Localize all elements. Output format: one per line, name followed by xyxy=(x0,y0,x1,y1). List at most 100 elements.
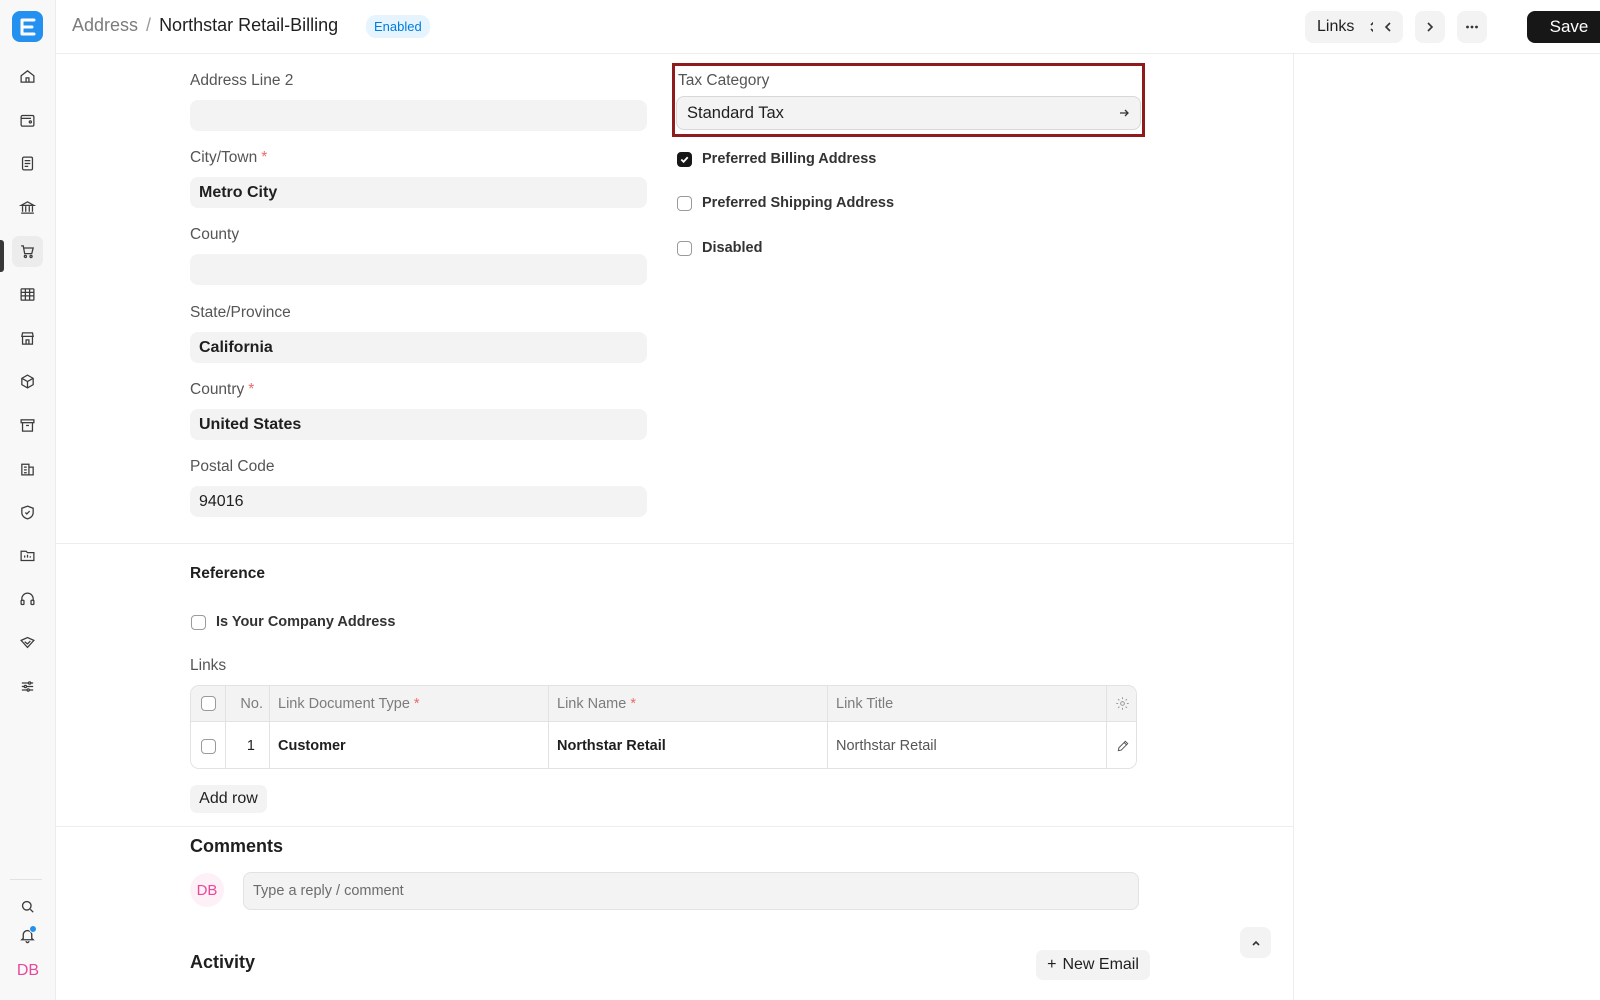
column-header-no: No. xyxy=(226,686,270,721)
column-header-link-name[interactable]: Link Name * xyxy=(549,686,828,721)
user-avatar[interactable]: DB xyxy=(13,958,43,984)
sidebar-item-store[interactable] xyxy=(12,323,43,354)
bank-icon xyxy=(19,201,36,214)
more-actions-button[interactable] xyxy=(1457,11,1487,43)
reference-section-title: Reference xyxy=(190,565,265,582)
state-label: State/Province xyxy=(190,304,291,321)
preferred-shipping-row[interactable]: Preferred Shipping Address xyxy=(677,195,894,211)
app-logo[interactable] xyxy=(12,11,43,42)
comment-input[interactable]: Type a reply / comment xyxy=(243,872,1139,910)
is-company-address-checkbox[interactable] xyxy=(191,614,206,630)
sidebar-item-stock[interactable] xyxy=(12,366,43,397)
row-edit-cell[interactable] xyxy=(1107,722,1136,768)
sidebar-divider xyxy=(10,879,42,880)
sidebar-item-support[interactable] xyxy=(12,584,43,615)
select-all-checkbox[interactable] xyxy=(200,696,216,711)
preferred-billing-label: Preferred Billing Address xyxy=(702,151,877,167)
folder-icon xyxy=(20,550,35,562)
notification-dot xyxy=(29,925,37,933)
breadcrumb-parent[interactable]: Address xyxy=(72,15,138,36)
disabled-row[interactable]: Disabled xyxy=(677,240,762,256)
table-row[interactable]: 1 Customer Northstar Retail Northstar Re… xyxy=(191,722,1136,768)
save-button[interactable]: Save xyxy=(1527,11,1600,43)
box-icon xyxy=(21,374,34,389)
previous-button[interactable] xyxy=(1373,11,1403,43)
activity-title: Activity xyxy=(190,952,256,972)
sidebar-item-archive[interactable] xyxy=(12,410,43,441)
table-header: No. Link Document Type * Link Name * Link … xyxy=(191,686,1136,722)
sidebar-item-home[interactable] xyxy=(12,61,43,92)
cell-link-name[interactable]: Northstar Retail xyxy=(549,722,828,768)
tax-category-input[interactable]: Standard Tax xyxy=(676,96,1141,130)
top-bar: Address / Northstar Retail-Billing Enabl… xyxy=(56,0,1600,54)
new-email-button[interactable]: + New Email xyxy=(1036,950,1150,980)
address-line2-input[interactable] xyxy=(190,100,647,131)
preferred-billing-row[interactable]: Preferred Billing Address xyxy=(677,151,876,167)
sidebar-item-projects[interactable] xyxy=(12,540,43,571)
postal-code-label: Postal Code xyxy=(190,458,275,475)
search-button[interactable] xyxy=(14,893,41,920)
disabled-checkbox[interactable] xyxy=(677,240,692,256)
is-company-address-row[interactable]: Is Your Company Address xyxy=(191,614,395,630)
add-row-button[interactable]: Add row xyxy=(190,785,267,813)
links-table: No. Link Document Type * Link Name * Link … xyxy=(190,685,1137,769)
next-button[interactable] xyxy=(1415,11,1445,43)
handshake-icon xyxy=(20,636,35,649)
is-company-address-label: Is Your Company Address xyxy=(216,614,396,630)
sidebar-item-settings[interactable] xyxy=(12,671,43,702)
links-table-label: Links xyxy=(190,657,227,674)
cell-link-title[interactable]: Northstar Retail xyxy=(828,722,1107,768)
postal-code-input[interactable]: 94016 xyxy=(190,486,647,517)
home-icon xyxy=(20,70,35,83)
sidebar-item-assets[interactable] xyxy=(12,453,43,484)
breadcrumb: Address / Northstar Retail-Billing xyxy=(72,15,338,36)
required-marker: * xyxy=(630,695,636,712)
comment-avatar: DB xyxy=(190,873,224,907)
check-icon xyxy=(680,156,689,163)
tax-category-label: Tax Category xyxy=(678,72,770,89)
county-label: County xyxy=(190,226,240,243)
sidebar-item-crm[interactable] xyxy=(12,627,43,658)
page-title: Northstar Retail-Billing xyxy=(159,15,339,35)
sidebar-item-documents[interactable] xyxy=(12,148,43,179)
column-header-link-title[interactable]: Link Title xyxy=(828,686,1107,721)
headset-icon xyxy=(20,592,35,606)
required-marker: * xyxy=(261,149,268,166)
chevron-left-icon xyxy=(1384,22,1391,32)
section-divider xyxy=(56,543,1294,544)
disabled-label: Disabled xyxy=(702,240,763,256)
notifications-button[interactable] xyxy=(14,922,41,949)
sidebar-item-table[interactable] xyxy=(12,279,43,310)
cell-doc-type[interactable]: Customer xyxy=(270,722,549,768)
row-checkbox[interactable] xyxy=(200,738,216,754)
column-header-doc-type-text: Link Document Type xyxy=(278,695,410,712)
store-icon xyxy=(21,332,34,345)
sliders-icon xyxy=(21,681,34,692)
arrow-right-icon[interactable] xyxy=(1118,107,1130,119)
document-icon xyxy=(21,156,34,171)
scroll-to-top-button[interactable] xyxy=(1240,927,1271,958)
country-label-text: Country xyxy=(190,381,245,398)
preferred-billing-checkbox[interactable] xyxy=(677,151,692,167)
sidebar-item-accounting[interactable] xyxy=(12,105,43,136)
section-divider xyxy=(56,826,1294,827)
grid-settings-cell[interactable] xyxy=(1107,686,1136,721)
archive-icon xyxy=(20,419,35,432)
city-label-text: City/Town xyxy=(190,149,258,166)
sidebar-item-buying[interactable] xyxy=(12,236,43,267)
new-email-label: New Email xyxy=(1062,956,1139,973)
county-input[interactable] xyxy=(190,254,647,285)
sidebar-item-bank[interactable] xyxy=(12,192,43,223)
active-indicator xyxy=(0,240,4,272)
state-input[interactable]: California xyxy=(190,332,647,363)
city-input[interactable]: Metro City xyxy=(190,177,647,208)
column-header-doc-type[interactable]: Link Document Type * xyxy=(270,686,549,721)
tax-category-value: Standard Tax xyxy=(687,103,784,122)
chevron-up-icon xyxy=(1251,940,1260,946)
building-icon xyxy=(21,463,34,476)
wallet-icon xyxy=(20,114,35,127)
sidebar-item-quality[interactable] xyxy=(12,497,43,528)
country-input[interactable]: United States xyxy=(190,409,647,440)
preferred-shipping-checkbox[interactable] xyxy=(677,195,692,211)
city-label: City/Town * xyxy=(190,149,267,167)
